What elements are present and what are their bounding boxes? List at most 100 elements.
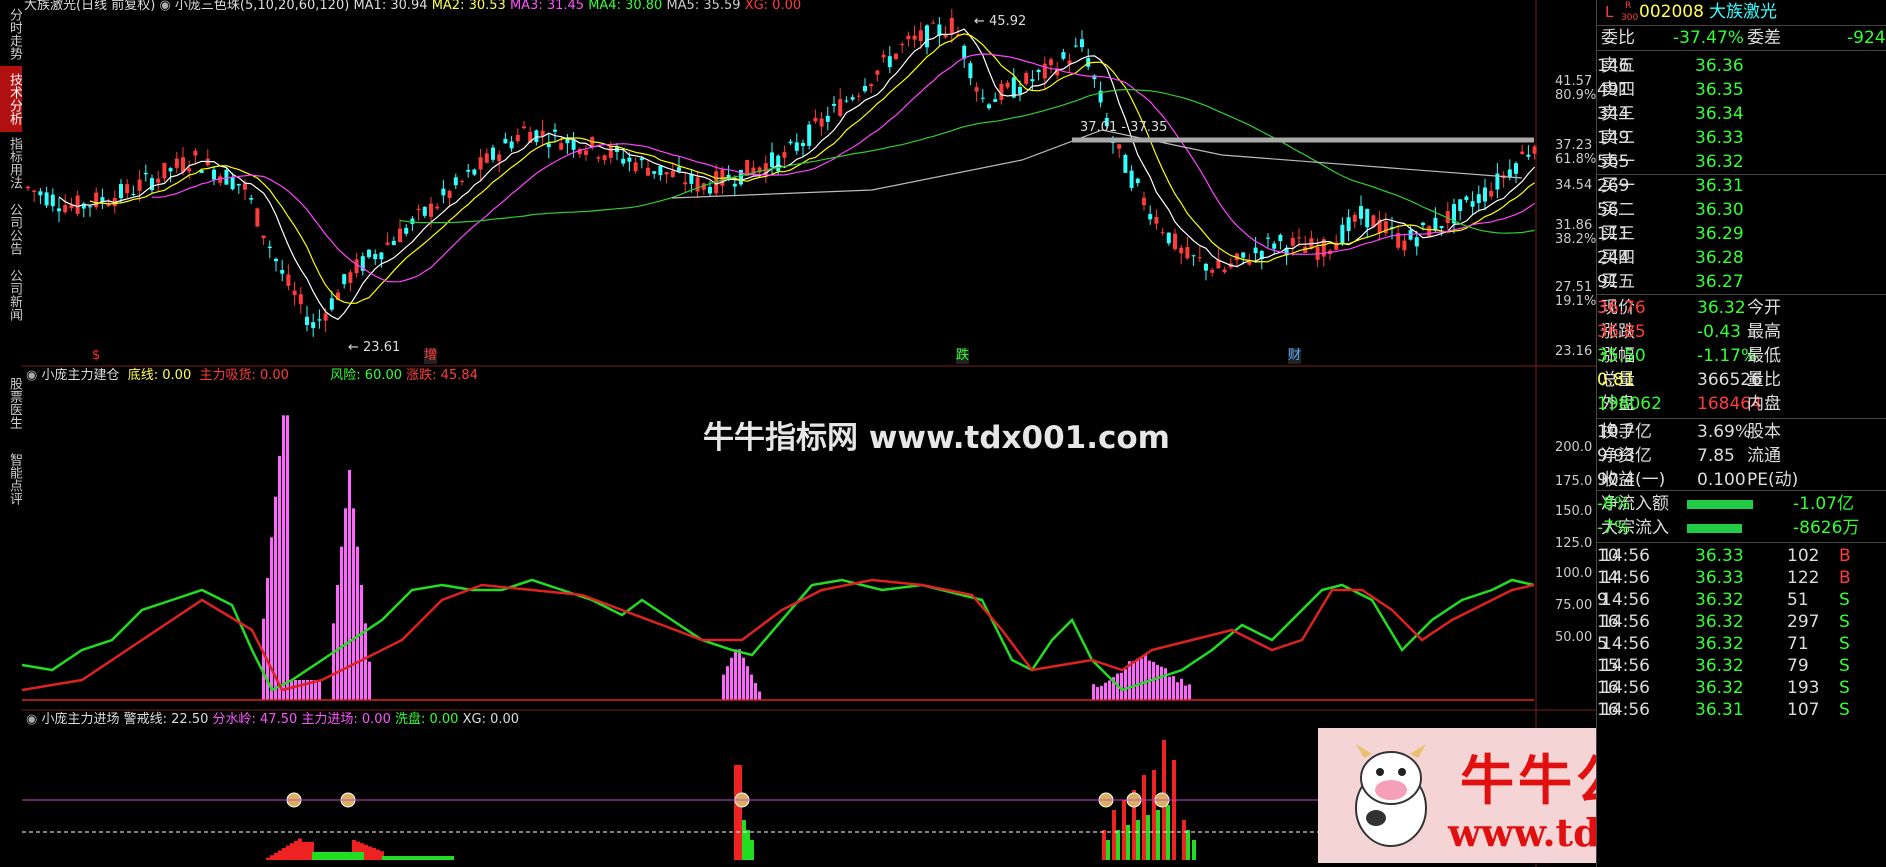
candle-body (770, 152, 774, 167)
ask-price: 36.35 (1695, 80, 1744, 100)
stat-value: 36.32 (1697, 298, 1746, 318)
candle-body (887, 56, 892, 68)
tick-row[interactable]: 14:56 36.32 51 S 9 (1597, 588, 1886, 612)
tick-row[interactable]: 14:56 36.32 71 S 5 (1597, 632, 1886, 656)
stat-label: 最低 (1747, 346, 1781, 366)
absorb-bar (730, 657, 733, 700)
candle-body (683, 182, 688, 185)
bid-row[interactable]: 买五 36.27 91 (1597, 270, 1886, 294)
candle-body (832, 103, 836, 106)
tick-volume: 122 (1787, 568, 1820, 588)
tab-company-notice[interactable]: 公司公告 (0, 196, 22, 262)
absorb-bar (282, 415, 285, 700)
absorb-bar (1092, 684, 1095, 700)
candle-body (912, 35, 917, 40)
stock-name: 大族激光 (1709, 2, 1777, 22)
ma2-value: MA2: 30.53 (431, 0, 506, 13)
ask-row[interactable]: 卖三 36.34 344 (1597, 102, 1886, 126)
tab-intraday[interactable]: 分时走势 (0, 2, 22, 66)
candle-body (391, 240, 396, 245)
absorb-bar (1172, 676, 1175, 700)
y-tick-label: 38.2% (1555, 232, 1597, 247)
tick-row[interactable]: 14:56 36.32 79 S 15 (1597, 654, 1886, 678)
tick-price: 36.33 (1695, 546, 1744, 566)
tick-side: S (1839, 612, 1850, 632)
absorb-bar (1124, 669, 1127, 700)
entry-bar (352, 852, 356, 860)
stat-row[interactable]: 换手 3.69% 股本 10.7亿 (1597, 420, 1886, 444)
low-label: 23.61 (363, 340, 401, 355)
absorb-bar (360, 585, 363, 700)
bid-row[interactable]: 买四 36.28 244 (1597, 246, 1886, 270)
panel3-name[interactable]: 小庞主力进场 (41, 712, 119, 727)
stat-row[interactable]: 涨跌 -0.43 最高 36.85 (1597, 320, 1886, 344)
stat-row[interactable]: 净资 7.85 流通 9.93亿 (1597, 444, 1886, 468)
tick-row[interactable]: 14:56 36.33 122 B 14 (1597, 566, 1886, 590)
ask-volume: 565 (1597, 152, 1630, 172)
stat-row[interactable]: 收益(一) 0.100 PE(动) 90.4 (1597, 468, 1886, 492)
ask-row[interactable]: 卖五 36.36 146 (1597, 54, 1886, 78)
candle-body (125, 184, 130, 194)
candle-body (515, 134, 520, 142)
absorb-bar (1180, 678, 1183, 700)
tick-volume: 51 (1787, 590, 1809, 610)
entry-bar (1146, 815, 1150, 860)
absorb-bar (1168, 676, 1171, 700)
candle-body (38, 191, 43, 196)
tick-row[interactable]: 14:56 36.32 297 S 16 (1597, 610, 1886, 634)
candle-body (658, 166, 663, 176)
absorb-bar (734, 649, 737, 700)
tab-smart-review[interactable]: 智能点评 (0, 446, 22, 512)
tick-row[interactable]: 14:56 36.33 102 B 10 (1597, 544, 1886, 568)
ask-row[interactable]: 卖四 36.35 491 (1597, 78, 1886, 102)
entry-bar (1136, 820, 1140, 860)
ma4-value: MA4: 30.80 (588, 0, 663, 13)
entry-bar (1186, 830, 1190, 860)
tick-row[interactable]: 14:56 36.31 107 S 16 (1597, 698, 1886, 722)
candle-body (75, 195, 80, 214)
candle-body (1352, 214, 1357, 222)
candle-body (1247, 261, 1252, 265)
absorb-bar (344, 508, 347, 700)
stat-row[interactable]: 总量 366526 量比 0.81 (1597, 368, 1886, 392)
tab-indicator-usage[interactable]: 指标用法 (0, 130, 22, 196)
tick-price: 36.32 (1695, 634, 1744, 654)
bid-row[interactable]: 买三 36.29 111 (1597, 222, 1886, 246)
panel2-name[interactable]: 小庞主力建仓 (41, 368, 119, 383)
ask-row[interactable]: 卖一 36.32 565 (1597, 150, 1886, 174)
entry-bar (278, 850, 282, 860)
tab-company-news[interactable]: 公司新闻 (0, 262, 22, 328)
tab-stock-doctor[interactable]: 股票医生 (0, 370, 22, 436)
candle-body (305, 316, 309, 325)
candle-body (57, 208, 61, 212)
ask-price: 36.36 (1695, 56, 1744, 76)
candle-body (187, 168, 192, 172)
range-annotation: 37.01 - 37.35 (1080, 120, 1168, 135)
candle-body (1520, 151, 1525, 155)
stat-row[interactable]: 外盘 168464 内盘 198062 (1597, 392, 1886, 416)
absorb-bar (274, 496, 277, 700)
bid-row[interactable]: 买二 36.30 56 (1597, 198, 1886, 222)
candle-body (441, 188, 446, 196)
absorb-bar (726, 666, 729, 700)
candle-body (522, 126, 526, 129)
candle-body (993, 99, 998, 102)
bid-row[interactable]: 买一 36.31 269 (1597, 174, 1886, 198)
absorb-bar (1096, 687, 1099, 700)
candle-body (1402, 240, 1407, 251)
panel3-wash: 洗盘: 0.00 (395, 712, 459, 727)
stat-row[interactable]: 现价 36.32 今开 36.76 (1597, 296, 1886, 320)
candle-body (825, 115, 830, 122)
weibi-label: 委比 (1601, 28, 1635, 48)
tick-row[interactable]: 14:56 36.32 193 S 16 (1597, 676, 1886, 700)
circle-icon: ◉ (26, 368, 38, 383)
candle-body (863, 85, 867, 92)
tab-technical-analysis[interactable]: 技术分析 (0, 66, 22, 132)
tick-price: 36.32 (1695, 656, 1744, 676)
stat-label: 流通 (1747, 446, 1781, 466)
ask-row[interactable]: 卖二 36.33 149 (1597, 126, 1886, 150)
stat-row[interactable]: 涨幅 -1.17% 最低 35.50 (1597, 344, 1886, 368)
indicator-name[interactable]: 小庞三色珠(5,10,20,60,120) (175, 0, 349, 13)
candle-body (1297, 237, 1301, 239)
candle-body (559, 143, 564, 150)
